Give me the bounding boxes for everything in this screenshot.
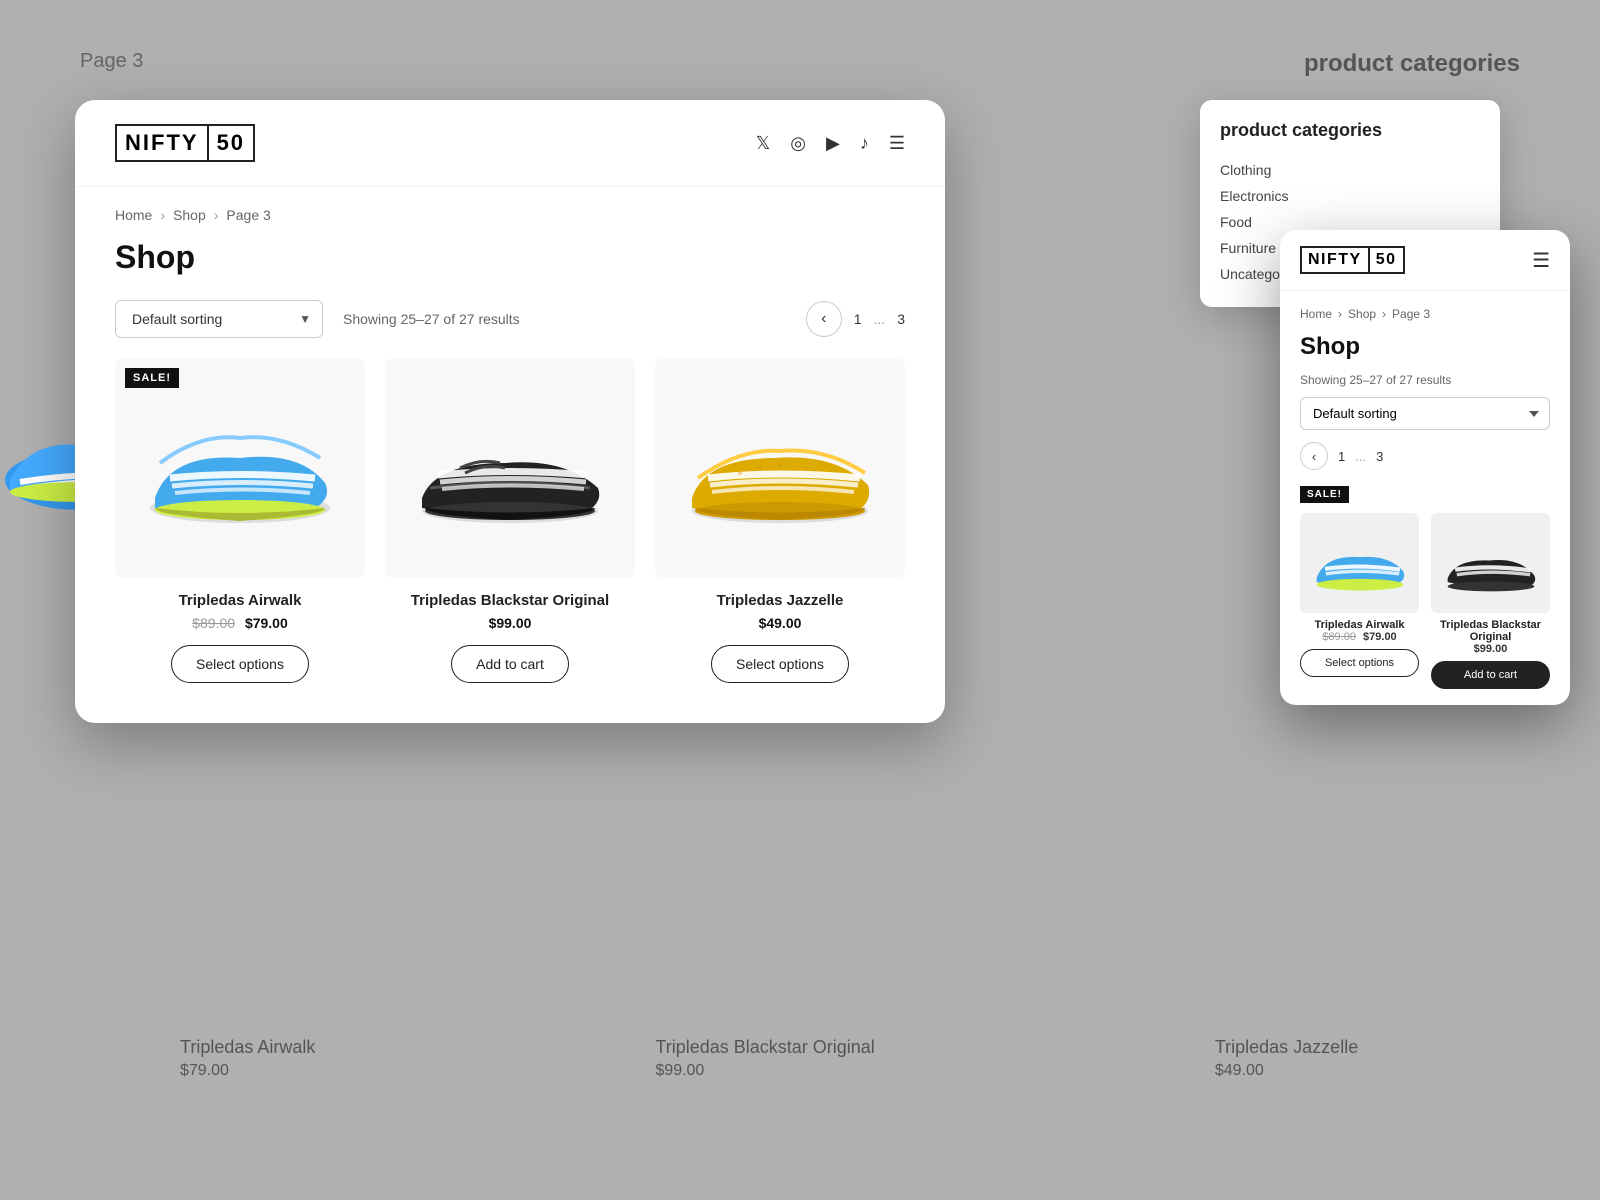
bg-product-3: Tripledas Jazzelle $49.00 bbox=[1215, 1037, 1358, 1080]
mobile-menu-icon[interactable]: ☰ bbox=[1532, 248, 1550, 273]
mobile-page-3[interactable]: 3 bbox=[1376, 449, 1383, 464]
breadcrumb-shop[interactable]: Shop bbox=[173, 207, 206, 223]
twitter-icon[interactable]: 𝕏 bbox=[756, 133, 771, 154]
tiktok-icon[interactable]: ♪ bbox=[860, 133, 869, 154]
mobile-product-airwalk: Tripledas Airwalk $89.00 $79.00 Select o… bbox=[1300, 513, 1419, 689]
logo: NIFTY 50 bbox=[115, 124, 255, 162]
header-icons: 𝕏 ◎ ▶ ♪ ☰ bbox=[756, 133, 905, 154]
product-image-blackstar bbox=[385, 358, 635, 578]
menu-icon[interactable]: ☰ bbox=[889, 133, 905, 154]
modal-header: NIFTY 50 𝕏 ◎ ▶ ♪ ☰ bbox=[75, 100, 945, 187]
toolbar: Default sorting Sort by popularity Sort … bbox=[115, 300, 905, 338]
category-electronics[interactable]: Electronics bbox=[1220, 183, 1480, 209]
mobile-sort-wrapper: Default sorting Sort by popularity Sort … bbox=[1300, 397, 1550, 442]
mobile-prev-page-button[interactable]: ‹ bbox=[1300, 442, 1328, 470]
mobile-img-blackstar bbox=[1431, 513, 1550, 613]
bg-product-1: Tripledas Airwalk $79.00 bbox=[180, 1037, 315, 1080]
bg-bottom-section: Tripledas Airwalk $79.00 Tripledas Black… bbox=[0, 1037, 1600, 1080]
blackstar-name: Tripledas Blackstar Original bbox=[411, 592, 609, 609]
page-title: Shop bbox=[115, 239, 905, 276]
main-modal: NIFTY 50 𝕏 ◎ ▶ ♪ ☰ Home › Shop › Page 3 … bbox=[75, 100, 945, 723]
jazzelle-price-sale: $49.00 bbox=[759, 615, 802, 631]
mobile-logo: NIFTY 50 bbox=[1300, 246, 1405, 274]
airwalk-name: Tripledas Airwalk bbox=[179, 592, 302, 609]
mobile-breadcrumb-shop[interactable]: Shop bbox=[1348, 307, 1376, 321]
mobile-page-1[interactable]: 1 bbox=[1338, 449, 1345, 464]
product-card-airwalk: SALE! Tripledas Airwalk $89.00 bbox=[115, 358, 365, 683]
jazzelle-shoe-svg bbox=[680, 398, 880, 538]
mobile-blackstar-name: Tripledas Blackstar Original bbox=[1431, 619, 1550, 643]
jazzelle-select-options-button[interactable]: Select options bbox=[711, 645, 849, 683]
products-grid: SALE! Tripledas Airwalk $89.00 bbox=[115, 358, 905, 683]
bg-product-2: Tripledas Blackstar Original $99.00 bbox=[655, 1037, 874, 1080]
mobile-airwalk-price-orig: $89.00 bbox=[1322, 631, 1356, 643]
modal-body: Home › Shop › Page 3 Shop Default sortin… bbox=[75, 187, 945, 723]
sort-select[interactable]: Default sorting Sort by popularity Sort … bbox=[115, 300, 323, 338]
mobile-header: NIFTY 50 ☰ bbox=[1280, 230, 1570, 291]
blackstar-price: $99.00 bbox=[489, 615, 532, 631]
pagination: ‹ 1 ... 3 bbox=[806, 301, 905, 337]
blackstar-price-sale: $99.00 bbox=[489, 615, 532, 631]
mobile-airwalk-price-sale: $79.00 bbox=[1363, 631, 1397, 643]
logo-fifty: 50 bbox=[209, 124, 255, 162]
categories-title: product categories bbox=[1220, 120, 1480, 141]
mobile-airwalk-name: Tripledas Airwalk bbox=[1314, 619, 1404, 631]
mobile-logo-fifty: 50 bbox=[1370, 246, 1405, 274]
jazzelle-price: $49.00 bbox=[759, 615, 802, 631]
mobile-sale-badge: SALE! bbox=[1300, 486, 1349, 503]
airwalk-price-original: $89.00 bbox=[192, 615, 235, 631]
mobile-airwalk-price: $89.00 $79.00 bbox=[1322, 631, 1396, 643]
mobile-blackstar-button[interactable]: Add to cart bbox=[1431, 661, 1550, 689]
airwalk-shoe-svg bbox=[140, 398, 340, 538]
breadcrumb: Home › Shop › Page 3 bbox=[115, 207, 905, 223]
mobile-modal: NIFTY 50 ☰ Home › Shop › Page 3 Shop Sho… bbox=[1280, 230, 1570, 705]
mobile-products-grid: Tripledas Airwalk $89.00 $79.00 Select o… bbox=[1300, 513, 1550, 689]
youtube-icon[interactable]: ▶ bbox=[826, 133, 840, 154]
bg-top-left-text: Page 3 bbox=[80, 50, 143, 73]
category-clothing[interactable]: Clothing bbox=[1220, 157, 1480, 183]
mobile-breadcrumb-page: Page 3 bbox=[1392, 307, 1430, 321]
prev-page-button[interactable]: ‹ bbox=[806, 301, 842, 337]
mobile-blackstar-price-sale: $99.00 bbox=[1474, 643, 1508, 655]
mobile-logo-nifty: NIFTY bbox=[1300, 246, 1370, 274]
mobile-pagination: ‹ 1 ... 3 bbox=[1300, 442, 1550, 470]
sort-wrapper: Default sorting Sort by popularity Sort … bbox=[115, 300, 323, 338]
breadcrumb-page: Page 3 bbox=[226, 207, 270, 223]
mobile-img-airwalk bbox=[1300, 513, 1419, 613]
logo-nifty: NIFTY bbox=[115, 124, 209, 162]
blackstar-shoe-svg bbox=[410, 403, 610, 533]
airwalk-price: $89.00 $79.00 bbox=[192, 615, 288, 631]
breadcrumb-home[interactable]: Home bbox=[115, 207, 152, 223]
airwalk-select-options-button[interactable]: Select options bbox=[171, 645, 309, 683]
sale-badge-airwalk: SALE! bbox=[125, 368, 179, 388]
product-image-jazzelle bbox=[655, 358, 905, 578]
page-3[interactable]: 3 bbox=[897, 311, 905, 327]
mobile-airwalk-svg bbox=[1310, 528, 1410, 598]
mobile-airwalk-button[interactable]: Select options bbox=[1300, 649, 1419, 677]
mobile-blackstar-svg bbox=[1441, 528, 1541, 598]
bg-top-right-text: product categories bbox=[1304, 50, 1520, 78]
mobile-page-title: Shop bbox=[1300, 333, 1550, 361]
mobile-page-dots: ... bbox=[1355, 449, 1366, 464]
mobile-sort-select[interactable]: Default sorting Sort by popularity Sort … bbox=[1300, 397, 1550, 430]
results-text: Showing 25–27 of 27 results bbox=[343, 311, 520, 327]
product-image-airwalk: SALE! bbox=[115, 358, 365, 578]
airwalk-price-sale: $79.00 bbox=[245, 615, 288, 631]
mobile-results-text: Showing 25–27 of 27 results bbox=[1300, 373, 1550, 387]
mobile-product-blackstar: Tripledas Blackstar Original $99.00 Add … bbox=[1431, 513, 1550, 689]
jazzelle-name: Tripledas Jazzelle bbox=[717, 592, 844, 609]
mobile-breadcrumb: Home › Shop › Page 3 bbox=[1300, 307, 1550, 321]
product-card-jazzelle: Tripledas Jazzelle $49.00 Select options bbox=[655, 358, 905, 683]
instagram-icon[interactable]: ◎ bbox=[790, 133, 806, 154]
mobile-body: Home › Shop › Page 3 Shop Showing 25–27 … bbox=[1280, 291, 1570, 705]
mobile-blackstar-price: $99.00 bbox=[1474, 643, 1508, 655]
page-dots: ... bbox=[874, 311, 886, 327]
product-card-blackstar: Tripledas Blackstar Original $99.00 Add … bbox=[385, 358, 635, 683]
blackstar-add-to-cart-button[interactable]: Add to cart bbox=[451, 645, 569, 683]
mobile-breadcrumb-home[interactable]: Home bbox=[1300, 307, 1332, 321]
page-1[interactable]: 1 bbox=[854, 311, 862, 327]
